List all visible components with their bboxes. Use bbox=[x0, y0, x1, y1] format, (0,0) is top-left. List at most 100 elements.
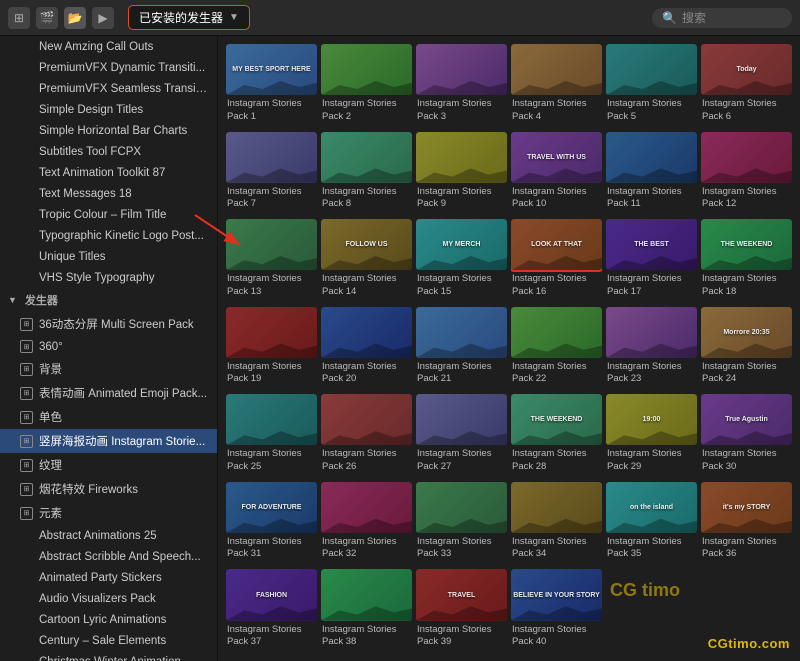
sidebar-item-instagram-active[interactable]: ⊞竖屏海报动画 Instagram Storie... bbox=[0, 429, 217, 453]
sidebar-item-elements[interactable]: ⊞元素 bbox=[0, 501, 217, 525]
grid-item-4[interactable]: Instagram Stories Pack 4 bbox=[511, 44, 602, 128]
plugin-icon bbox=[20, 208, 33, 221]
sidebar-item-label: Tropic Colour – Film Title bbox=[39, 209, 166, 221]
toolbar-icon-2[interactable]: 🎬 bbox=[36, 7, 58, 29]
grid-item-31[interactable]: FOR ADVENTUREInstagram Stories Pack 31 bbox=[226, 482, 317, 566]
grid-item-22[interactable]: Instagram Stories Pack 22 bbox=[511, 307, 602, 391]
sidebar-item-unique-titles[interactable]: Unique Titles bbox=[0, 246, 217, 267]
sidebar-item-simple-bar[interactable]: Simple Horizontal Bar Charts bbox=[0, 120, 217, 141]
grid-item-24[interactable]: Morrore 20:35Instagram Stories Pack 24 bbox=[701, 307, 792, 391]
sidebar-item-label: Text Messages 18 bbox=[39, 188, 132, 200]
grid-item-32[interactable]: Instagram Stories Pack 32 bbox=[321, 482, 412, 566]
grid-item-33[interactable]: Instagram Stories Pack 33 bbox=[416, 482, 507, 566]
grid-item-23[interactable]: Instagram Stories Pack 23 bbox=[606, 307, 697, 391]
grid-item-14[interactable]: FOLLOW USInstagram Stories Pack 14 bbox=[321, 219, 412, 303]
grid-item-3[interactable]: Instagram Stories Pack 3 bbox=[416, 44, 507, 128]
grid-item-11[interactable]: Instagram Stories Pack 11 bbox=[606, 132, 697, 216]
thumb-overlay-text: THE WEEKEND bbox=[529, 414, 585, 425]
sidebar-item-emoji[interactable]: ⊞表情动画 Animated Emoji Pack... bbox=[0, 381, 217, 405]
sidebar-item-premiumvfx-seamless[interactable]: PremiumVFX Seamless Transiti... bbox=[0, 78, 217, 99]
sidebar-item-new-amazing[interactable]: New Amzing Call Outs bbox=[0, 36, 217, 57]
sidebar-item-text-messages[interactable]: Text Messages 18 bbox=[0, 183, 217, 204]
sidebar-item-vhs-style[interactable]: VHS Style Typography bbox=[0, 267, 217, 288]
thumbnail-40: BELIEVE IN YOUR STORY bbox=[511, 569, 602, 620]
sidebar-item-typographic[interactable]: Typographic Kinetic Logo Post... bbox=[0, 225, 217, 246]
plugin-icon bbox=[20, 271, 33, 284]
sidebar-item-animated-party[interactable]: Animated Party Stickers bbox=[0, 567, 217, 588]
grid-item-15[interactable]: MY MERCHInstagram Stories Pack 15 bbox=[416, 219, 507, 303]
generator-icon: ⊞ bbox=[20, 340, 33, 353]
grid-item-37[interactable]: FASHION Instagram Stories Pack 37 bbox=[226, 569, 317, 653]
grid-item-label: Instagram Stories Pack 39 bbox=[416, 624, 507, 649]
grid-item-2[interactable]: Instagram Stories Pack 2 bbox=[321, 44, 412, 128]
grid-item-9[interactable]: Instagram Stories Pack 9 bbox=[416, 132, 507, 216]
toolbar-icon-3[interactable]: 📂 bbox=[64, 7, 86, 29]
sidebar-item-background[interactable]: ⊞背景 bbox=[0, 357, 217, 381]
thumbnail-25 bbox=[226, 394, 317, 445]
sidebar-item-abstract-scribble[interactable]: Abstract Scribble And Speech... bbox=[0, 546, 217, 567]
grid-item-label: Instagram Stories Pack 30 bbox=[701, 448, 792, 473]
sidebar-item-simple-design[interactable]: Simple Design Titles bbox=[0, 99, 217, 120]
grid-item-29[interactable]: 19:00Instagram Stories Pack 29 bbox=[606, 394, 697, 478]
grid-item-label: Instagram Stories Pack 15 bbox=[416, 273, 507, 298]
sidebar-item-fireworks[interactable]: ⊞烟花特效 Fireworks bbox=[0, 477, 217, 501]
sidebar-item-solid-color[interactable]: ⊞单色 bbox=[0, 405, 217, 429]
sidebar-item-subtitles[interactable]: Subtitles Tool FCPX bbox=[0, 141, 217, 162]
grid-item-34[interactable]: Instagram Stories Pack 34 bbox=[511, 482, 602, 566]
sidebar-item-360[interactable]: ⊞360° bbox=[0, 336, 217, 357]
grid-item-1[interactable]: MY BEST SPORT HEREInstagram Stories Pack… bbox=[226, 44, 317, 128]
grid-item-19[interactable]: Instagram Stories Pack 19 bbox=[226, 307, 317, 391]
grid-item-35[interactable]: on the islandInstagram Stories Pack 35 bbox=[606, 482, 697, 566]
sidebar-item-label: Christmas Winter Animation bbox=[39, 656, 181, 661]
sidebar-item-text-animation[interactable]: Text Animation Toolkit 87 bbox=[0, 162, 217, 183]
grid-item-36[interactable]: it's my STORYInstagram Stories Pack 36 bbox=[701, 482, 792, 566]
thumb-overlay-text: LOOK AT THAT bbox=[529, 239, 584, 250]
grid-item-label: Instagram Stories Pack 13 bbox=[226, 273, 317, 298]
thumb-overlay-text: Morrore 20:35 bbox=[721, 327, 771, 338]
sidebar-item-cartoon-lyric[interactable]: Cartoon Lyric Animations bbox=[0, 609, 217, 630]
sidebar-item-christmas[interactable]: Christmas Winter Animation bbox=[0, 651, 217, 661]
thumbnail-13 bbox=[226, 219, 317, 270]
sidebar-item-audio-visualizers[interactable]: Audio Visualizers Pack bbox=[0, 588, 217, 609]
thumbnail-22 bbox=[511, 307, 602, 358]
sidebar-item-multi-screen[interactable]: ⊞36动态分屏 Multi Screen Pack bbox=[0, 312, 217, 336]
search-input[interactable] bbox=[682, 11, 782, 25]
grid-item-label: Instagram Stories Pack 35 bbox=[606, 536, 697, 561]
grid-item-20[interactable]: Instagram Stories Pack 20 bbox=[321, 307, 412, 391]
sidebar-item-abstract-25[interactable]: Abstract Animations 25 bbox=[0, 525, 217, 546]
grid-item-8[interactable]: Instagram Stories Pack 8 bbox=[321, 132, 412, 216]
grid-item-21[interactable]: Instagram Stories Pack 21 bbox=[416, 307, 507, 391]
thumbnail-37: FASHION bbox=[226, 569, 317, 620]
grid-item-26[interactable]: Instagram Stories Pack 26 bbox=[321, 394, 412, 478]
grid-item-27[interactable]: Instagram Stories Pack 27 bbox=[416, 394, 507, 478]
grid-item-18[interactable]: THE WEEKENDInstagram Stories Pack 18 bbox=[701, 219, 792, 303]
grid-item-28[interactable]: THE WEEKENDInstagram Stories Pack 28 bbox=[511, 394, 602, 478]
plugin-icon bbox=[20, 82, 33, 95]
grid-item-10[interactable]: TRAVEL WITH USInstagram Stories Pack 10 bbox=[511, 132, 602, 216]
sidebar-item-tropic[interactable]: Tropic Colour – Film Title bbox=[0, 204, 217, 225]
toolbar-icon-4[interactable]: ▶ bbox=[92, 7, 114, 29]
grid-item-16[interactable]: LOOK AT THATInstagram Stories Pack 16 bbox=[511, 219, 602, 303]
grid-item-39[interactable]: TRAVELInstagram Stories Pack 39 bbox=[416, 569, 507, 653]
grid-item-6[interactable]: TodayInstagram Stories Pack 6 bbox=[701, 44, 792, 128]
grid-item-7[interactable]: Instagram Stories Pack 7 bbox=[226, 132, 317, 216]
grid-item-5[interactable]: Instagram Stories Pack 5 bbox=[606, 44, 697, 128]
sidebar-item-century-sale[interactable]: Century – Sale Elements bbox=[0, 630, 217, 651]
grid-item-25[interactable]: Instagram Stories Pack 25 bbox=[226, 394, 317, 478]
toolbar-icon-1[interactable]: ⊞ bbox=[8, 7, 30, 29]
sidebar-item-label: Cartoon Lyric Animations bbox=[39, 614, 166, 626]
grid-item-17[interactable]: THE BESTInstagram Stories Pack 17 bbox=[606, 219, 697, 303]
grid-item-label: Instagram Stories Pack 37 bbox=[226, 624, 317, 649]
plugin-icon bbox=[20, 166, 33, 179]
sidebar: New Amzing Call OutsPremiumVFX Dynamic T… bbox=[0, 36, 218, 661]
grid-item-30[interactable]: True AgustinInstagram Stories Pack 30 bbox=[701, 394, 792, 478]
grid-item-13[interactable]: Instagram Stories Pack 13 bbox=[226, 219, 317, 303]
grid-item-40[interactable]: BELIEVE IN YOUR STORYInstagram Stories P… bbox=[511, 569, 602, 653]
grid-item-38[interactable]: Instagram Stories Pack 38 bbox=[321, 569, 412, 653]
installed-dropdown[interactable]: 已安装的发生器 ▼ bbox=[128, 5, 250, 30]
sidebar-item-premiumvfx-dynamic[interactable]: PremiumVFX Dynamic Transiti... bbox=[0, 57, 217, 78]
sidebar-item-fasheqi[interactable]: ▼发生器 bbox=[0, 288, 217, 312]
grid-item-12[interactable]: Instagram Stories Pack 12 bbox=[701, 132, 792, 216]
sidebar-item-texture[interactable]: ⊞纹理 bbox=[0, 453, 217, 477]
thumb-overlay-text: FOR ADVENTURE bbox=[239, 502, 303, 513]
